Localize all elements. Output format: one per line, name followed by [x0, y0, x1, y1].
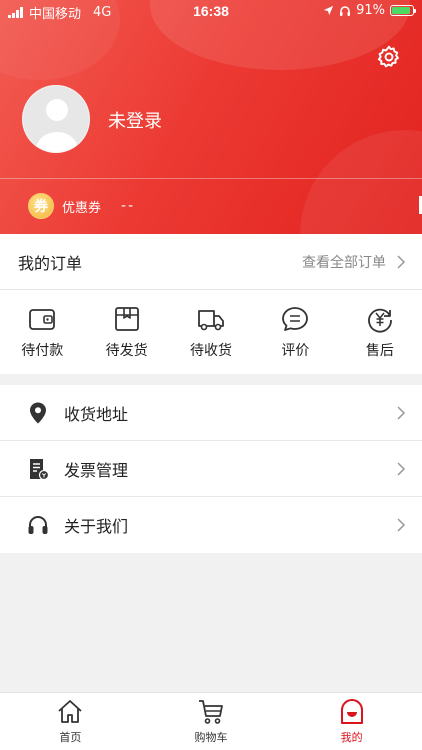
order-status-label: 售后 — [365, 343, 394, 359]
refund-icon — [367, 308, 392, 333]
tab-home[interactable]: 首页 — [0, 693, 141, 750]
avatar[interactable] — [22, 85, 90, 153]
order-status-pending-receipt[interactable]: 待收货 — [169, 290, 253, 374]
view-all-orders-link[interactable]: 查看全部订单 — [302, 252, 406, 272]
menu-item-shipping-address[interactable]: 收货地址 — [0, 385, 422, 441]
chevron-right-icon — [397, 518, 406, 532]
order-status-label: 待付款 — [21, 343, 64, 359]
home-icon — [58, 700, 82, 723]
profile-header: 中国移动 4G 16:38 91% 未登录 券 优惠券 -- — [0, 0, 422, 234]
divider — [0, 178, 422, 179]
battery-icon — [390, 5, 416, 16]
orders-section: 我的订单 查看全部订单 待付款 待发货 待收货 评价 售后 — [0, 234, 422, 374]
tab-cart[interactable]: 购物车 — [141, 693, 282, 750]
coupon-icon: 券 — [28, 193, 54, 219]
coupon-label: 优惠券 — [62, 200, 102, 216]
gear-icon[interactable] — [376, 44, 402, 70]
tab-profile[interactable]: 我的 — [281, 693, 422, 750]
tab-label: 购物车 — [194, 731, 228, 744]
orders-header: 我的订单 查看全部订单 — [0, 234, 422, 290]
menu-item-invoice-management[interactable]: 发票管理 — [0, 441, 422, 497]
chevron-right-icon — [397, 405, 406, 420]
truck-icon — [198, 310, 224, 331]
menu-item-label: 收货地址 — [64, 404, 129, 424]
location-pin-icon — [30, 402, 46, 423]
box-icon — [114, 307, 139, 331]
menu-item-about-us[interactable]: 关于我们 — [0, 497, 422, 553]
wallet-icon — [29, 309, 56, 330]
profile-icon — [340, 699, 363, 724]
order-status-label: 待收货 — [190, 343, 233, 359]
location-arrow-icon — [324, 5, 334, 16]
headset-icon — [28, 516, 48, 534]
order-status-label: 待发货 — [105, 343, 148, 359]
login-link[interactable]: 未登录 — [108, 107, 162, 133]
status-bar: 中国移动 4G 16:38 91% — [0, 0, 422, 22]
tab-label: 我的 — [340, 731, 363, 744]
battery-percent: 91% — [356, 3, 385, 18]
bottom-tab-bar: 首页 购物车 我的 — [0, 692, 422, 750]
default-user-icon — [35, 99, 79, 152]
header-decoration — [300, 130, 422, 234]
coupon-entry[interactable]: 券 优惠券 -- — [28, 193, 135, 219]
coupon-count: -- — [121, 198, 136, 214]
order-status-after-sales[interactable]: 售后 — [338, 290, 422, 374]
menu-item-label: 发票管理 — [64, 460, 129, 480]
cart-icon — [199, 700, 223, 724]
comment-icon — [282, 307, 309, 331]
menu-item-label: 关于我们 — [64, 517, 129, 536]
orders-title: 我的订单 — [18, 253, 83, 273]
chevron-right-icon — [397, 254, 406, 269]
settings-menu: 收货地址 发票管理 关于我们 — [0, 385, 422, 553]
order-status-pending-shipment[interactable]: 待发货 — [84, 290, 168, 374]
order-status-pending-payment[interactable]: 待付款 — [0, 290, 84, 374]
order-status-label: 评价 — [281, 343, 310, 359]
order-status-review[interactable]: 评价 — [253, 290, 337, 374]
headphones-status-icon — [340, 5, 351, 16]
tab-label: 首页 — [59, 731, 82, 744]
invoice-icon — [30, 458, 50, 480]
view-all-orders-label: 查看全部订单 — [302, 254, 386, 271]
chevron-right-icon — [397, 461, 406, 476]
